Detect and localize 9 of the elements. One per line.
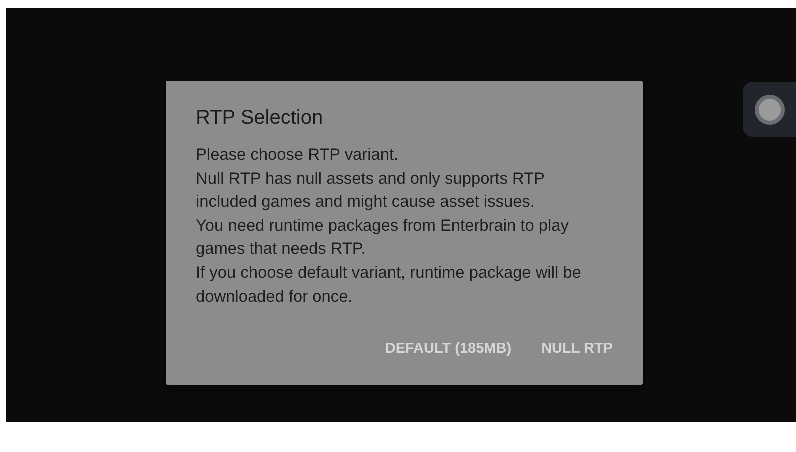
dialog-button[interactable]: NULL RTP: [542, 341, 613, 357]
dialog-title: RTP Selection: [196, 107, 324, 130]
dialog-message: You need runtime packages from Enterbrain to play games that needs RTP.: [196, 216, 570, 260]
dialog-message: Null RTP has null assets and only supports RTP included games and might cause asset issues.: [196, 168, 546, 214]
dialog-message: If you choose default variant, runtime package will be downloaded for once.: [196, 262, 582, 308]
dialog-message: Please choose RTP variant.: [196, 145, 400, 166]
circle-icon: [754, 94, 786, 126]
floating-button[interactable]: [743, 82, 796, 137]
dialog-button[interactable]: DEFAULT (185MB): [385, 341, 512, 357]
